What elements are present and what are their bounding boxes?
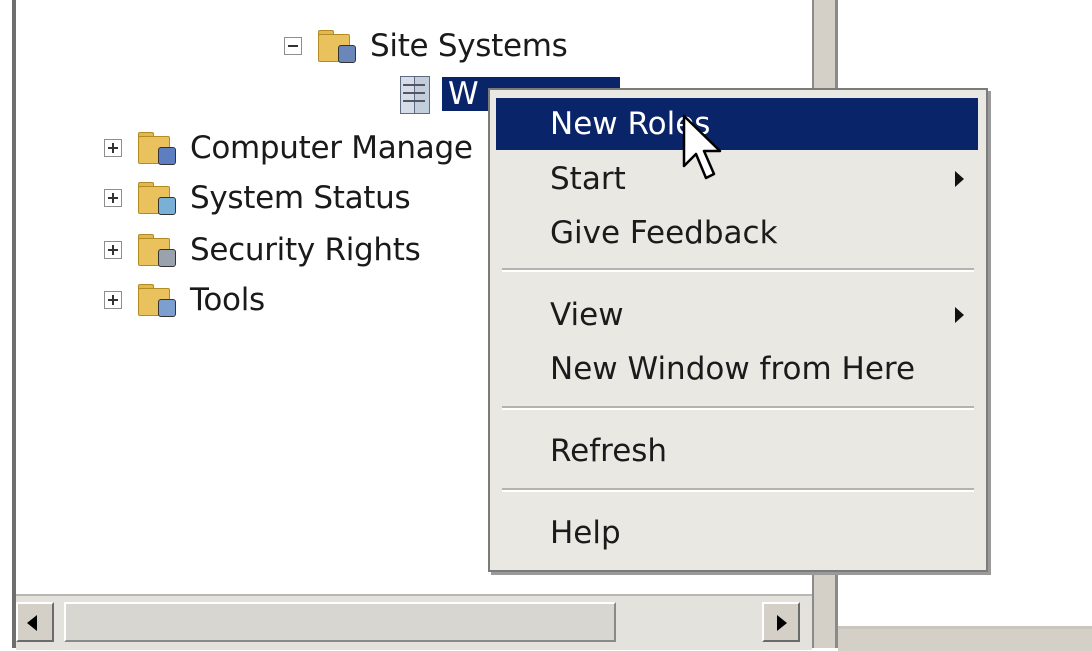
- tree-node-system-status[interactable]: System Status: [104, 176, 411, 220]
- menu-item-label: Refresh: [550, 433, 668, 469]
- tree-node-security-rights[interactable]: Security Rights: [104, 228, 421, 272]
- menu-item-refresh[interactable]: Refresh: [496, 424, 978, 478]
- menu-item-label: View: [550, 297, 624, 333]
- status-strip: [838, 626, 1092, 651]
- arrow-right-icon: [777, 615, 787, 631]
- menu-separator: [502, 406, 974, 410]
- tree-node-tools[interactable]: Tools: [104, 278, 265, 322]
- scroll-thumb[interactable]: [64, 602, 616, 642]
- expand-icon[interactable]: [104, 291, 122, 309]
- mouse-pointer-icon: [682, 114, 722, 180]
- folder-icon: [136, 283, 176, 317]
- menu-item-label: Start: [550, 161, 626, 197]
- horizontal-scrollbar[interactable]: [16, 594, 812, 650]
- menu-separator: [502, 268, 974, 272]
- menu-item-view[interactable]: View: [496, 288, 978, 342]
- scroll-right-button[interactable]: [762, 602, 800, 642]
- context-menu: New Roles Start Give Feedback View New W…: [488, 88, 988, 572]
- menu-item-label: New Window from Here: [550, 351, 916, 387]
- arrow-left-icon: [27, 615, 37, 631]
- expand-icon[interactable]: [104, 241, 122, 259]
- expand-icon[interactable]: [104, 189, 122, 207]
- menu-separator: [502, 488, 974, 492]
- menu-item-label: Help: [550, 515, 621, 551]
- menu-item-help[interactable]: Help: [496, 506, 978, 560]
- menu-item-give-feedback[interactable]: Give Feedback: [496, 206, 978, 260]
- folder-icon: [136, 181, 176, 215]
- expand-icon[interactable]: [104, 139, 122, 157]
- tree-node-label: Computer Manage: [190, 130, 473, 166]
- folder-icon: [316, 29, 356, 63]
- tree-node-label: System Status: [190, 180, 411, 216]
- tree-node-label: Security Rights: [190, 232, 421, 268]
- menu-item-new-window-from-here[interactable]: New Window from Here: [496, 342, 978, 396]
- submenu-arrow-icon: [955, 307, 964, 323]
- menu-item-label: Give Feedback: [550, 215, 778, 251]
- tree-node-site-systems[interactable]: Site Systems: [284, 24, 568, 68]
- server-icon: [400, 74, 430, 114]
- menu-item-start[interactable]: Start: [496, 152, 978, 206]
- menu-item-new-roles[interactable]: New Roles: [496, 98, 978, 150]
- collapse-icon[interactable]: [284, 37, 302, 55]
- folder-icon: [136, 233, 176, 267]
- scroll-left-button[interactable]: [16, 602, 54, 642]
- folder-icon: [136, 131, 176, 165]
- submenu-arrow-icon: [955, 171, 964, 187]
- tree-node-label: Tools: [190, 282, 265, 318]
- tree-node-label: Site Systems: [370, 28, 568, 64]
- tree-node-computer-management[interactable]: Computer Manage: [104, 126, 473, 170]
